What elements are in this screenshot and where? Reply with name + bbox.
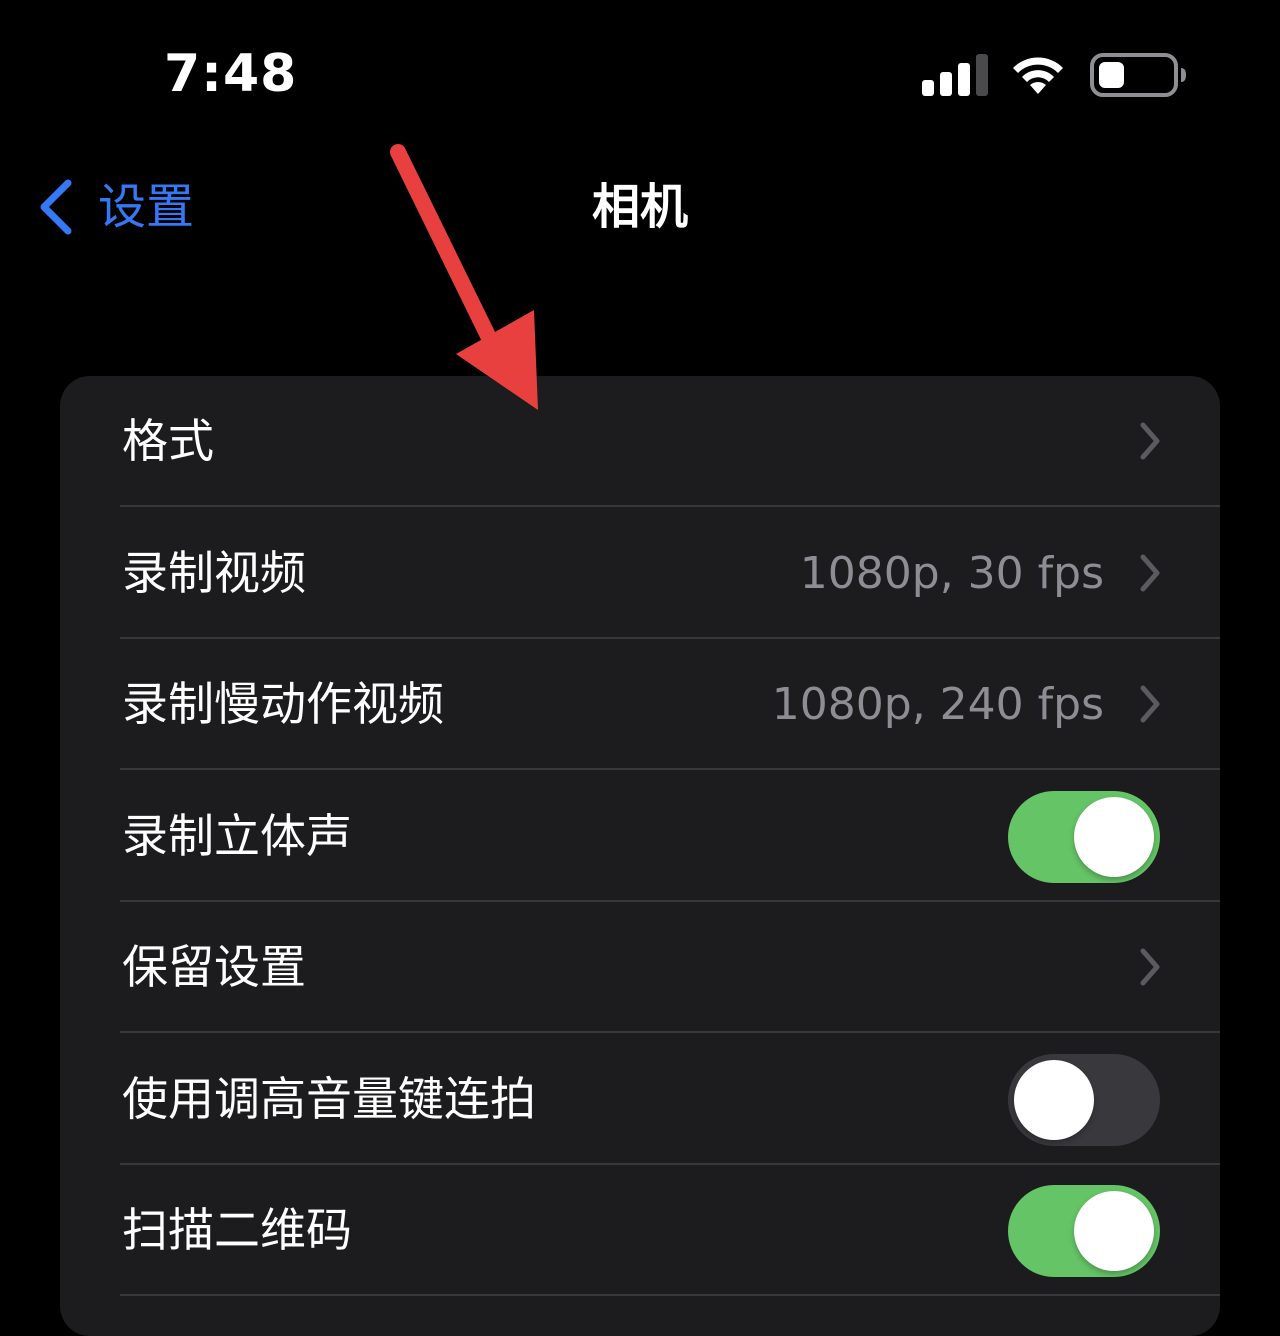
cellular-signal-icon bbox=[922, 54, 988, 96]
status-time: 7:48 bbox=[164, 44, 298, 104]
row-label: 保留设置 bbox=[122, 940, 306, 994]
settings-group: 格式录制视频 1080p, 30 fps 录制慢动作视频 1080p, 240 fps… bbox=[60, 376, 1220, 1336]
page-title: 相机 bbox=[591, 179, 688, 235]
row-label: 录制视频 bbox=[122, 545, 306, 600]
settings-row: 使用调高音量键连拍 bbox=[60, 1034, 1220, 1165]
chevron-right-icon bbox=[1140, 948, 1160, 986]
chevron-right-icon bbox=[1140, 422, 1160, 460]
status-icons bbox=[922, 53, 1186, 97]
settings-row: 扫描二维码 bbox=[60, 1165, 1220, 1296]
toggle-knob bbox=[1074, 1191, 1154, 1271]
chevron-right-icon bbox=[1140, 554, 1160, 591]
settings-row[interactable]: 格式 bbox=[60, 376, 1220, 507]
toggle-switch[interactable] bbox=[1008, 790, 1160, 883]
settings-row[interactable]: 录制视频 1080p, 30 fps bbox=[60, 508, 1220, 639]
navigation-bar: 设置 相机 bbox=[0, 150, 1280, 270]
settings-row: 录制立体声 bbox=[60, 771, 1220, 902]
row-divider bbox=[120, 1294, 1220, 1296]
toggle-switch[interactable] bbox=[1008, 1053, 1160, 1146]
back-label: 设置 bbox=[98, 179, 195, 235]
row-value: 1080p, 240 fps bbox=[771, 679, 1104, 730]
status-bar: 7:48 bbox=[0, 0, 1280, 150]
toggle-knob bbox=[1074, 796, 1154, 877]
wifi-icon bbox=[1013, 57, 1063, 94]
row-label: 录制慢动作视频 bbox=[122, 677, 444, 731]
settings-row[interactable]: 保留设置 bbox=[60, 902, 1220, 1033]
row-label: 格式 bbox=[122, 414, 214, 468]
row-value: 1080p, 30 fps bbox=[799, 547, 1104, 599]
toggle-switch[interactable] bbox=[1008, 1185, 1160, 1277]
back-button[interactable]: 设置 bbox=[36, 172, 194, 242]
chevron-right-icon bbox=[1140, 685, 1160, 723]
settings-row[interactable]: 录制慢动作视频 1080p, 240 fps bbox=[60, 639, 1220, 770]
toggle-knob bbox=[1014, 1059, 1094, 1140]
row-label: 使用调高音量键连拍 bbox=[122, 1071, 536, 1126]
row-label: 扫描二维码 bbox=[122, 1203, 352, 1257]
row-label: 录制立体声 bbox=[122, 808, 352, 863]
battery-icon bbox=[1090, 53, 1186, 97]
chevron-left-icon bbox=[40, 179, 72, 235]
